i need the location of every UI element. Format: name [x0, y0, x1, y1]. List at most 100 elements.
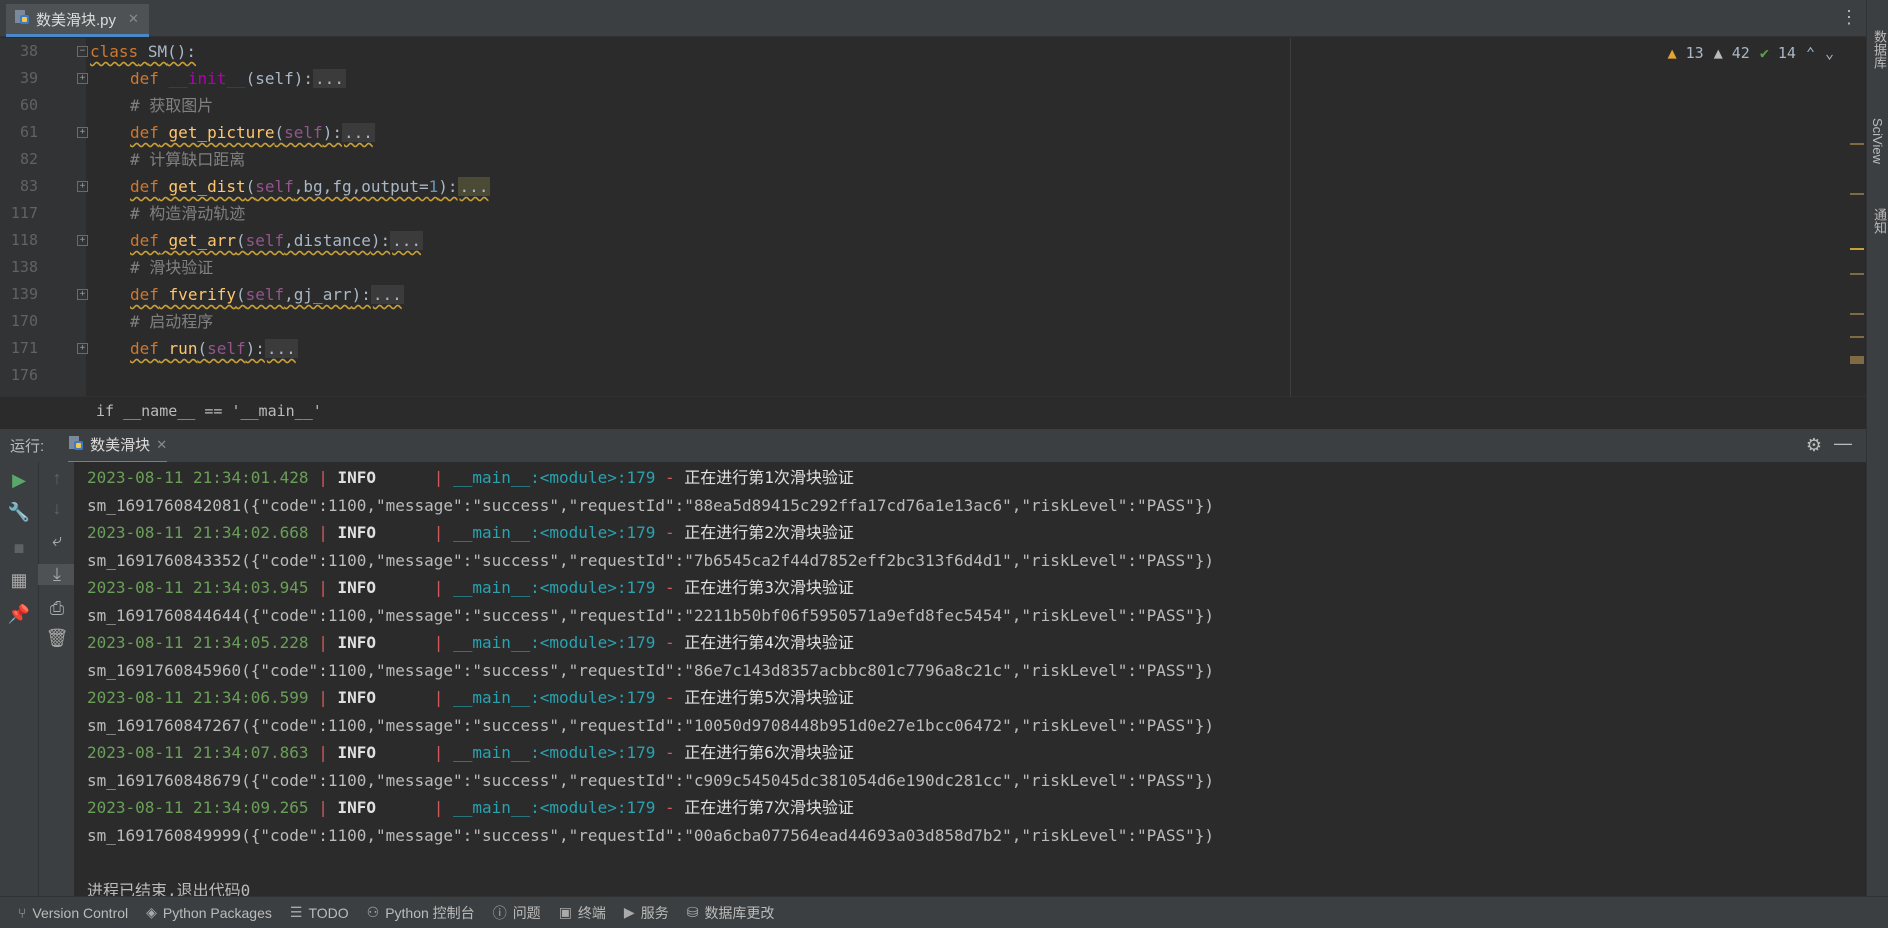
wrench-icon[interactable]: 🔧: [0, 502, 38, 523]
status-tool-label: 服务: [640, 904, 669, 921]
chevron-down-icon[interactable]: ⌄: [1825, 44, 1834, 62]
typo-count[interactable]: ✔ 14: [1760, 44, 1796, 62]
folded-region[interactable]: ...: [313, 69, 346, 88]
arrow-up-icon[interactable]: ↑: [38, 468, 76, 489]
python-console-icon: ⚇: [366, 904, 380, 920]
weak-warning-icon: ▲: [1713, 44, 1723, 62]
line-number: 61: [19, 123, 38, 141]
fold-toggle-icon[interactable]: −: [77, 46, 88, 57]
print-icon[interactable]: ⎙: [38, 598, 76, 619]
line-number: 82: [19, 150, 38, 168]
right-tool-rail: 数据库 SciView 通知: [1866, 0, 1888, 896]
stripe-marker[interactable]: [1850, 143, 1864, 145]
response-line: sm_1691760845960({"code":1100,"message":…: [87, 660, 1215, 680]
status-tool-label: TODO: [308, 904, 349, 921]
gear-icon[interactable]: ⚙: [1806, 435, 1822, 456]
close-icon[interactable]: ✕: [128, 11, 139, 27]
fold-toggle-icon[interactable]: +: [77, 343, 88, 354]
stripe-marker[interactable]: [1850, 273, 1864, 275]
rerun-icon[interactable]: ▶: [0, 470, 38, 491]
run-toolbar: ▶ 🔧 ■ ▦ 📌: [0, 462, 38, 896]
log-line: 2023-08-11 21:34:07.863 | INFO | __main_…: [87, 743, 854, 762]
more-options-icon[interactable]: ⋮: [1840, 7, 1858, 28]
code-line: def fverify(self,gj_arr):...: [130, 285, 404, 304]
status-tool-problems[interactable]: ⓘ 问题: [493, 903, 541, 923]
response-line: sm_1691760849999({"code":1100,"message":…: [87, 825, 1215, 845]
line-gutter: 38 39 60 61 82 83 117 118 138 139 170 17…: [0, 38, 88, 396]
arrow-down-icon[interactable]: ↓: [38, 498, 76, 519]
log-level: INFO: [337, 523, 425, 542]
status-tool-packages[interactable]: ◈ Python Packages: [146, 904, 272, 921]
breadcrumb[interactable]: if __name__ == '__main__': [0, 396, 1866, 426]
pin-icon[interactable]: 📌: [0, 604, 38, 625]
code-line: def get_arr(self,distance):...: [130, 231, 424, 250]
log-level: INFO: [337, 798, 425, 817]
code-comment: # 启动程序: [130, 312, 214, 331]
editor-tab[interactable]: 数美滑块.py ✕: [6, 4, 149, 37]
log-module: __main__:<module>:179: [453, 468, 656, 487]
folded-region[interactable]: ...: [370, 285, 404, 304]
log-message: 正在进行第4次滑块验证: [684, 633, 854, 652]
stripe-marker[interactable]: [1850, 248, 1864, 250]
packages-icon: ◈: [146, 904, 157, 920]
services-icon: ▶: [623, 904, 635, 920]
weak-warning-count[interactable]: ▲ 42: [1714, 44, 1750, 62]
minimize-icon[interactable]: —: [1834, 433, 1852, 454]
status-bar: ⑂ Version Control ◈ Python Packages ☰ TODO ⚇ Py…: [0, 896, 1888, 928]
line-number: 138: [10, 258, 38, 276]
stripe-marker[interactable]: [1850, 193, 1864, 195]
status-tool-terminal[interactable]: ▣ 终端: [559, 903, 606, 923]
fold-toggle-icon[interactable]: +: [77, 181, 88, 192]
status-tool-services[interactable]: ▶ 服务: [624, 903, 669, 923]
trash-icon[interactable]: 🗑: [38, 628, 76, 649]
folded-region[interactable]: ...: [341, 123, 375, 142]
line-number: 39: [19, 69, 38, 87]
status-tool-vcs[interactable]: ⑂ Version Control: [18, 905, 128, 921]
log-level: INFO: [337, 578, 425, 597]
database-tool-tab[interactable]: 数据库: [1870, 30, 1888, 69]
line-number: 118: [10, 231, 38, 249]
console-output[interactable]: 2023-08-11 21:34:01.428 | INFO | __main_…: [74, 462, 1844, 900]
folded-region[interactable]: ...: [457, 177, 491, 196]
line-number: 117: [10, 204, 38, 222]
soft-wrap-icon[interactable]: ⤶: [38, 530, 76, 551]
line-number: 170: [10, 312, 38, 330]
warning-count[interactable]: ▲ 13: [1668, 44, 1704, 62]
folded-region[interactable]: ...: [390, 231, 424, 250]
inspection-widget[interactable]: ▲ 13 ▲ 42 ✔ 14 ⌃ ⌄: [1668, 44, 1834, 62]
close-icon[interactable]: ✕: [156, 437, 167, 453]
log-line: 2023-08-11 21:34:05.228 | INFO | __main_…: [87, 633, 854, 652]
folded-region[interactable]: ...: [264, 339, 298, 358]
log-module: __main__:<module>:179: [453, 688, 656, 707]
editor-tab-label: 数美滑块.py: [36, 11, 117, 29]
code-line: def __init__(self):...: [130, 69, 346, 88]
run-panel-label: 运行:: [10, 438, 45, 455]
notifications-tool-tab[interactable]: 通知: [1870, 208, 1888, 234]
stripe-marker[interactable]: [1850, 313, 1864, 315]
code-editor[interactable]: 38 39 60 61 82 83 117 118 138 139 170 17…: [0, 38, 1866, 426]
fold-toggle-icon[interactable]: +: [77, 127, 88, 138]
scroll-to-end-icon[interactable]: ⤓: [38, 564, 76, 585]
response-line: sm_1691760848679({"code":1100,"message":…: [87, 770, 1215, 790]
status-tool-python-console[interactable]: ⚇ Python 控制台: [367, 903, 475, 923]
layout-icon[interactable]: ▦: [0, 570, 38, 591]
stripe-marker[interactable]: [1850, 356, 1864, 364]
line-number: 60: [19, 96, 38, 114]
sciview-tool-tab[interactable]: SciView: [1870, 118, 1885, 164]
response-line: sm_1691760842081({"code":1100,"message":…: [87, 495, 1215, 515]
log-message: 正在进行第3次滑块验证: [684, 578, 854, 597]
log-timestamp: 2023-08-11 21:34:05.228: [87, 633, 309, 652]
fold-toggle-icon[interactable]: +: [77, 289, 88, 300]
fold-toggle-icon[interactable]: +: [77, 235, 88, 246]
status-tool-db-changes[interactable]: ⛁ 数据库更改: [687, 903, 775, 923]
line-number: 38: [19, 42, 38, 60]
stop-icon[interactable]: ■: [0, 538, 38, 559]
stripe-marker[interactable]: [1850, 336, 1864, 338]
chevron-up-icon[interactable]: ⌃: [1806, 44, 1815, 62]
todo-icon: ☰: [289, 904, 303, 920]
log-line: 2023-08-11 21:34:09.265 | INFO | __main_…: [87, 798, 854, 817]
status-tool-todo[interactable]: ☰ TODO: [290, 904, 349, 921]
run-config-tab[interactable]: 数美滑块 ✕: [68, 429, 168, 463]
fold-toggle-icon[interactable]: +: [77, 73, 88, 84]
log-module: __main__:<module>:179: [453, 578, 656, 597]
